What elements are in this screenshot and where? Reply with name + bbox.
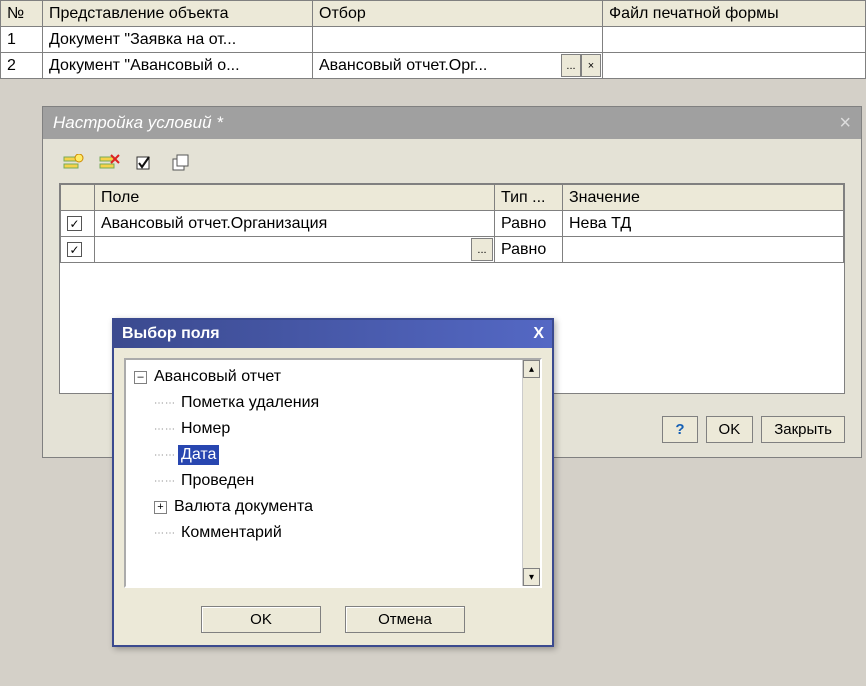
cell-num: 1 bbox=[1, 27, 43, 53]
condition-field[interactable]: Авансовый отчет.Организация bbox=[95, 211, 495, 237]
main-grid: № Представление объекта Отбор Файл печат… bbox=[0, 0, 866, 79]
add-condition-icon[interactable] bbox=[59, 151, 87, 175]
col-header-filter[interactable]: Отбор bbox=[313, 1, 603, 27]
tree-item-label: Валюта документа bbox=[171, 497, 316, 517]
close-button[interactable]: Закрыть bbox=[761, 416, 845, 443]
checkmark-icon: ✓ bbox=[67, 242, 82, 257]
collapse-icon[interactable]: – bbox=[134, 371, 147, 384]
tree-connector-icon: ⋯⋯ bbox=[154, 528, 176, 539]
help-button[interactable]: ? bbox=[662, 416, 697, 443]
condition-checkbox[interactable]: ✓ bbox=[61, 211, 95, 237]
tree-connector-icon: ⋯⋯ bbox=[154, 476, 176, 487]
cell-repr[interactable]: Документ "Заявка на от... bbox=[43, 27, 313, 53]
picker-footer: OK Отмена bbox=[114, 598, 552, 645]
table-row[interactable]: 2 Документ "Авансовый о... Авансовый отч… bbox=[1, 53, 866, 79]
tree-item-label: Номер bbox=[178, 419, 233, 439]
tree-item[interactable]: ⋯⋯ Комментарий bbox=[128, 520, 538, 546]
field-choose-button[interactable]: ... bbox=[471, 238, 493, 261]
col-header-file[interactable]: Файл печатной формы bbox=[603, 1, 866, 27]
close-icon[interactable]: X bbox=[533, 325, 544, 343]
tree-connector-icon: ⋯⋯ bbox=[154, 398, 176, 409]
cell-file[interactable] bbox=[603, 53, 866, 79]
tree-item[interactable]: ⋯⋯ Пометка удаления bbox=[128, 390, 538, 416]
scrollbar[interactable]: ▴ ▾ bbox=[522, 360, 540, 586]
condition-type[interactable]: Равно bbox=[495, 211, 563, 237]
filter-clear-button[interactable]: × bbox=[581, 54, 601, 77]
tree-root-label: Авансовый отчет bbox=[151, 367, 284, 387]
tree-root[interactable]: – Авансовый отчет bbox=[128, 364, 538, 390]
copy-conditions-icon[interactable] bbox=[167, 151, 195, 175]
condition-type[interactable]: Равно bbox=[495, 237, 563, 263]
condition-value[interactable]: Нева ТД bbox=[563, 211, 844, 237]
picker-titlebar[interactable]: Выбор поля X bbox=[114, 320, 552, 348]
close-icon[interactable]: × bbox=[839, 112, 851, 135]
expand-icon[interactable]: + bbox=[154, 501, 167, 514]
tree-connector-icon: ⋯⋯ bbox=[154, 424, 176, 435]
ok-button[interactable]: OK bbox=[201, 606, 321, 633]
col-header-num[interactable]: № bbox=[1, 1, 43, 27]
checkmark-icon: ✓ bbox=[67, 216, 82, 231]
cell-repr[interactable]: Документ "Авансовый о... bbox=[43, 53, 313, 79]
col-header-value[interactable]: Значение bbox=[563, 185, 844, 211]
cell-filter[interactable] bbox=[313, 27, 603, 53]
tree-connector-icon: ⋯⋯ bbox=[154, 450, 176, 461]
scroll-up-icon[interactable]: ▴ bbox=[523, 360, 540, 378]
tree-item[interactable]: + Валюта документа bbox=[128, 494, 538, 520]
col-header-check[interactable] bbox=[61, 185, 95, 211]
cancel-button[interactable]: Отмена bbox=[345, 606, 465, 633]
ok-button[interactable]: OK bbox=[706, 416, 754, 443]
dialog-title: Настройка условий * bbox=[53, 113, 223, 133]
condition-checkbox[interactable]: ✓ bbox=[61, 237, 95, 263]
table-row[interactable]: 1 Документ "Заявка на от... bbox=[1, 27, 866, 53]
condition-row[interactable]: ✓ Авансовый отчет.Организация Равно Нева… bbox=[61, 211, 844, 237]
tree-item-label: Дата bbox=[178, 445, 219, 465]
scroll-down-icon[interactable]: ▾ bbox=[523, 568, 540, 586]
toggle-condition-icon[interactable] bbox=[131, 151, 159, 175]
help-icon: ? bbox=[675, 421, 684, 438]
col-header-representation[interactable]: Представление объекта bbox=[43, 1, 313, 27]
field-picker-dialog: Выбор поля X – Авансовый отчет ⋯⋯ Пометк… bbox=[112, 318, 554, 647]
tree-item[interactable]: ⋯⋯ Проведен bbox=[128, 468, 538, 494]
delete-condition-icon[interactable] bbox=[95, 151, 123, 175]
cell-num: 2 bbox=[1, 53, 43, 79]
dialog-titlebar[interactable]: Настройка условий * × bbox=[43, 107, 861, 139]
toolbar bbox=[43, 139, 861, 183]
condition-field[interactable]: ... bbox=[95, 237, 495, 263]
condition-row[interactable]: ✓ ... Равно bbox=[61, 237, 844, 263]
tree-item[interactable]: ⋯⋯ Дата bbox=[128, 442, 538, 468]
cell-file[interactable] bbox=[603, 27, 866, 53]
cell-filter[interactable]: Авансовый отчет.Орг... ... × bbox=[313, 53, 603, 79]
tree-item-label: Комментарий bbox=[178, 523, 285, 543]
picker-title: Выбор поля bbox=[122, 325, 220, 343]
tree-item-label: Пометка удаления bbox=[178, 393, 322, 413]
field-tree[interactable]: – Авансовый отчет ⋯⋯ Пометка удаления ⋯⋯… bbox=[124, 358, 542, 588]
condition-value[interactable] bbox=[563, 237, 844, 263]
filter-text: Авансовый отчет.Орг... bbox=[319, 57, 487, 74]
tree-item-label: Проведен bbox=[178, 471, 257, 491]
filter-choose-button[interactable]: ... bbox=[561, 54, 581, 77]
col-header-field[interactable]: Поле bbox=[95, 185, 495, 211]
tree-item[interactable]: ⋯⋯ Номер bbox=[128, 416, 538, 442]
col-header-type[interactable]: Тип ... bbox=[495, 185, 563, 211]
